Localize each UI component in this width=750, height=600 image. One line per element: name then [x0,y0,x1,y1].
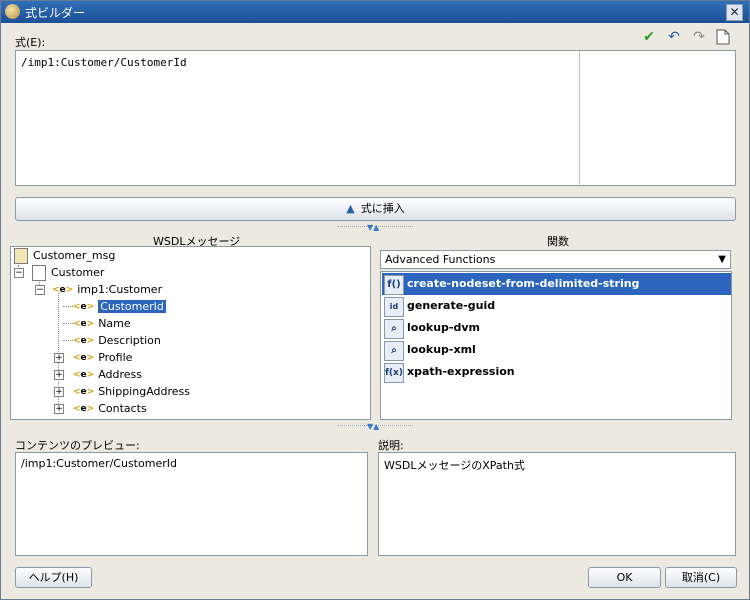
guid-icon: id [384,297,404,317]
lower-splitter[interactable]: ▼▲ [337,422,413,432]
element-icon: <e> [73,335,95,346]
upper-splitter[interactable]: ▼▲ [337,223,413,233]
element-icon: <e> [52,284,74,295]
function-item-create-nodeset[interactable]: f() create-nodeset-from-delimited-string [382,273,731,295]
function-item-lookup-dvm[interactable]: ⌕ lookup-dvm [382,317,731,339]
tree-line [63,306,73,307]
function-category-select[interactable]: Advanced Functions ▼ [380,250,731,269]
magnifier-icon: ⌕ [384,341,404,361]
expand-icon[interactable]: + [54,353,64,363]
element-icon: <e> [73,403,95,414]
expression-label: 式(E): [15,36,46,49]
function-label: lookup-dvm [407,321,480,334]
chevron-down-icon[interactable]: ▼ [718,251,726,268]
function-item-lookup-xml[interactable]: ⌕ lookup-xml [382,339,731,361]
help-button[interactable]: ヘルプ(H) [15,567,92,588]
tree-item-description[interactable]: <e> Description [73,332,161,349]
expand-icon[interactable]: + [54,370,64,380]
expand-icon[interactable]: + [54,404,64,414]
tree-item-label: Customer [51,266,105,279]
tree-item-name[interactable]: <e> Name [73,315,131,332]
tree-item-label: Address [98,368,143,381]
undo-icon[interactable]: ↶ [666,29,682,45]
insert-into-expression-button[interactable]: ▲ 式に挿入 [15,197,736,221]
tree-line [63,340,73,341]
function-item-xpath-expression[interactable]: f(x) xpath-expression [382,361,731,383]
description-box: WSDLメッセージのXPath式 [378,452,736,556]
collapse-icon[interactable]: − [35,285,45,295]
editor-divider [579,51,580,185]
function-x-icon: f(x) [384,363,404,383]
redo-icon[interactable]: ↷ [691,29,707,45]
title-bar[interactable]: 式ビルダー ✕ [1,1,749,23]
tree-item-customer-msg[interactable]: Customer_msg [14,247,115,264]
tree-item-label: ShippingAddress [98,385,190,398]
element-icon: <e> [73,352,95,363]
tree-item-label: Profile [98,351,133,364]
magnifier-icon: ⌕ [384,319,404,339]
element-icon: <e> [73,386,95,397]
insert-button-label: 式に挿入 [360,202,405,215]
chevron-up-icon: ▲ [346,202,355,215]
tree-item-contacts[interactable]: <e> Contacts [73,400,147,417]
description-label: 説明: [378,439,404,452]
preview-label: コンテンツのプレビュー: [15,439,140,452]
tree-item-label: CustomerId [98,300,166,313]
tree-item-imp1-customer[interactable]: <e> imp1:Customer [52,281,162,298]
description-text: WSDLメッセージのXPath式 [384,459,525,472]
function-label: generate-guid [407,299,496,312]
function-label: create-nodeset-from-delimited-string [407,277,640,290]
function-item-generate-guid[interactable]: id generate-guid [382,295,731,317]
window-title: 式ビルダー [25,6,86,20]
tree-item-label: Description [98,334,161,347]
splitter-arrows-icon: ▼▲ [367,422,380,431]
app-icon [5,4,20,19]
expand-icon[interactable]: + [54,387,64,397]
close-icon[interactable]: ✕ [726,4,743,21]
tree-item-label: Name [98,317,131,330]
preview-box: /imp1:Customer/CustomerId [15,452,368,556]
expression-editor[interactable]: /imp1:Customer/CustomerId [15,50,736,186]
element-icon: <e> [73,301,95,312]
tree-item-label: Customer_msg [33,249,116,262]
check-icon[interactable]: ✔ [641,29,657,45]
collapse-icon[interactable]: − [14,268,24,278]
selected-category: Advanced Functions [385,253,496,266]
cancel-button[interactable]: 取消(C) [665,567,737,588]
part-icon [32,265,46,281]
expression-text[interactable]: /imp1:Customer/CustomerId [21,56,187,69]
element-icon: <e> [73,318,95,329]
tree-item-label: Contacts [98,402,147,415]
tree-item-profile[interactable]: <e> Profile [73,349,132,366]
functions-header: 関数 [547,235,569,248]
message-icon [14,248,28,264]
function-label: lookup-xml [407,343,476,356]
element-icon: <e> [73,369,95,380]
expression-builder-dialog: 式ビルダー ✕ 式(E): ✔ ↶ ↷ /imp1:Customer/Custo… [0,0,750,600]
preview-text: /imp1:Customer/CustomerId [21,457,177,470]
tree-item-customer[interactable]: Customer [32,264,104,281]
tree-item-shipping-address[interactable]: <e> ShippingAddress [73,383,190,400]
tree-line [63,323,73,324]
tree-item-customerid[interactable]: <e> CustomerId [73,298,166,315]
new-document-icon[interactable] [715,29,731,45]
ok-button[interactable]: OK [588,567,661,588]
function-label: xpath-expression [407,365,515,378]
splitter-arrows-icon: ▼▲ [367,223,380,232]
function-icon: f() [384,275,404,295]
function-list[interactable]: f() create-nodeset-from-delimited-string… [380,271,732,420]
wsdl-tree[interactable]: Customer_msg − Customer − <e> imp1:Custom… [10,246,371,420]
tree-item-label: imp1:Customer [77,283,163,296]
tree-item-address[interactable]: <e> Address [73,366,142,383]
